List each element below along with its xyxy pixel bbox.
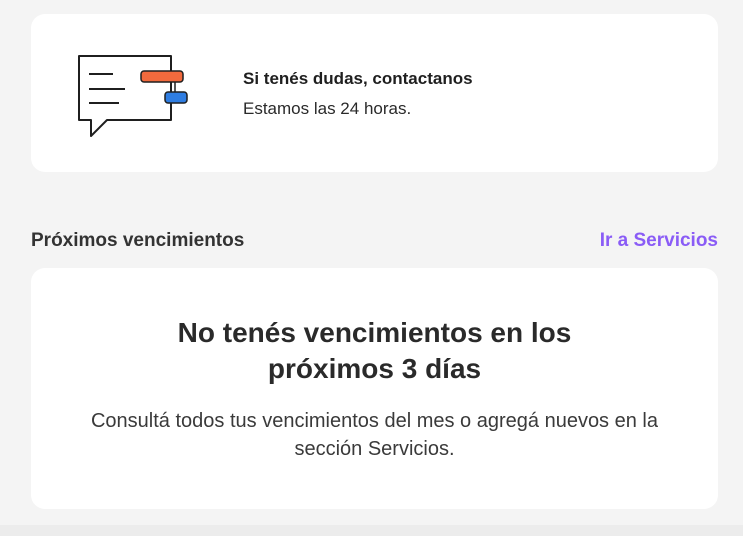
- empty-state-title: No tenés vencimientos en los próximos 3 …: [177, 317, 572, 384]
- empty-state-body: Consultá todos tus vencimientos del mes …: [90, 410, 658, 460]
- upcoming-section-header: Próximos vencimientos Ir a Servicios: [31, 230, 718, 256]
- contact-text: Si tenés dudas, contactanos Estamos las …: [243, 68, 473, 122]
- contact-card[interactable]: Si tenés dudas, contactanos Estamos las …: [31, 14, 718, 172]
- contact-title: Si tenés dudas, contactanos: [243, 69, 473, 88]
- upcoming-section-title: Próximos vencimientos: [31, 230, 245, 251]
- go-to-services-link[interactable]: Ir a Servicios: [600, 230, 718, 252]
- contact-subtitle: Estamos las 24 horas.: [243, 99, 412, 118]
- chat-bubble-icon: [73, 50, 193, 140]
- upcoming-empty-card: No tenés vencimientos en los próximos 3 …: [31, 268, 718, 509]
- bottom-divider: [0, 525, 743, 536]
